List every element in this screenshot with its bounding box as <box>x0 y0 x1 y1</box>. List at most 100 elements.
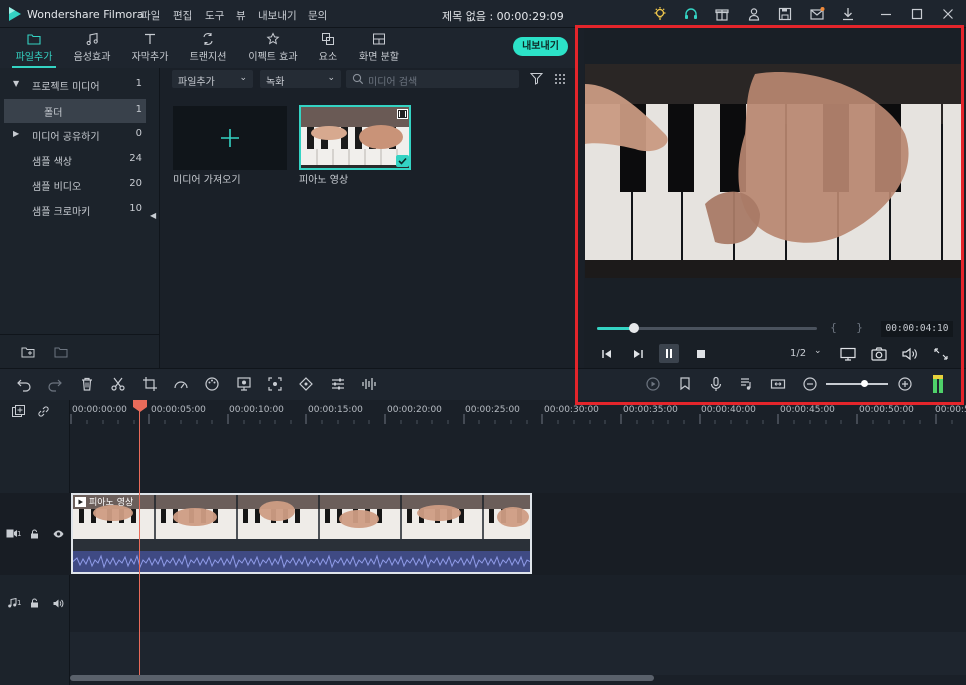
new-folder-icon[interactable] <box>21 345 35 359</box>
voiceover-icon[interactable] <box>739 376 755 392</box>
tree-item-label: 폴더 <box>44 108 63 119</box>
tab-effects-label: 이펙트 효과 <box>248 52 298 63</box>
menu-view[interactable]: 뷰 <box>236 8 246 23</box>
tree-item-sample-videos[interactable]: 샘플 비디오 20 <box>4 173 146 197</box>
maximize-icon[interactable] <box>909 6 925 22</box>
ruler-tick-label: 00:00:05:00 <box>151 405 206 415</box>
preview-scrub-handle[interactable] <box>629 323 639 333</box>
clip-thumbnail <box>301 107 409 168</box>
tab-transitions[interactable]: 트랜지션 <box>186 28 230 68</box>
split-track-icon[interactable] <box>770 376 786 392</box>
timeline-zoom-handle[interactable] <box>861 380 868 387</box>
tab-import[interactable]: 파일추가 <box>12 28 56 68</box>
search-input[interactable]: 미디어 검색 <box>346 70 519 88</box>
collapse-panel-icon[interactable]: ◀ <box>150 211 156 220</box>
tree-item-sample-colors[interactable]: 샘플 색상 24 <box>4 148 146 172</box>
import-dropdown[interactable]: 파일추가 ⌄ <box>172 70 253 88</box>
volume-icon[interactable] <box>901 346 919 362</box>
camera-icon[interactable] <box>870 346 888 362</box>
export-button[interactable]: 내보내기 <box>513 37 568 56</box>
import-media-tile[interactable] <box>173 106 287 170</box>
keyframe-icon[interactable] <box>298 376 314 392</box>
zoom-out-icon[interactable] <box>802 376 818 392</box>
menu-edit[interactable]: 편집 <box>173 8 192 23</box>
lock-icon[interactable] <box>30 598 39 608</box>
ruler-tick-label: 00:00:30:00 <box>544 405 599 415</box>
save-icon[interactable] <box>777 6 793 22</box>
filter-icon[interactable] <box>530 72 543 85</box>
media-clip-tile[interactable] <box>299 105 411 170</box>
microphone-icon[interactable] <box>708 376 724 392</box>
menu-tools[interactable]: 도구 <box>205 8 224 23</box>
volume-icon[interactable] <box>53 599 64 608</box>
tree-item-sample-chroma[interactable]: 샘플 크로마키 10 <box>4 198 146 222</box>
download-icon[interactable] <box>840 6 856 22</box>
menu-file[interactable]: 파일 <box>141 8 160 23</box>
stabilize-icon[interactable] <box>267 376 283 392</box>
minimize-icon[interactable] <box>878 6 894 22</box>
marker-icon[interactable] <box>677 376 693 392</box>
expand-arrow-icon[interactable]: ▶ <box>13 129 19 138</box>
link-icon[interactable] <box>37 405 50 418</box>
delete-icon[interactable] <box>79 376 95 392</box>
timeline-zoom-slider[interactable] <box>826 383 888 385</box>
tree-item-folder[interactable]: 폴더 1 <box>4 99 146 123</box>
timeline-horizontal-scrollbar[interactable] <box>70 675 654 681</box>
tree-item-label: 샘플 색상 <box>32 157 72 168</box>
undo-icon[interactable] <box>16 376 32 392</box>
eye-icon[interactable] <box>53 530 64 538</box>
bulb-icon[interactable] <box>652 6 668 22</box>
mail-icon[interactable] <box>809 6 825 22</box>
tab-elements[interactable]: 요소 <box>310 28 346 68</box>
preview-timecode: 00:00:04:10 <box>881 321 953 337</box>
ruler-tick-label: 00:00:50:00 <box>859 405 914 415</box>
menu-export[interactable]: 내보내기 <box>258 8 297 23</box>
redo-icon[interactable] <box>47 376 63 392</box>
tab-split-screen[interactable]: 화면 분할 <box>354 28 404 68</box>
add-track-icon[interactable] <box>12 405 25 418</box>
playhead-handle[interactable] <box>133 400 147 412</box>
record-dropdown[interactable]: 녹화 ⌄ <box>260 70 341 88</box>
tree-item-shared-media[interactable]: ▶ 미디어 공유하기 0 <box>4 123 146 147</box>
tab-effects[interactable]: 이펙트 효과 <box>244 28 302 68</box>
search-icon <box>352 73 364 85</box>
resolution-select[interactable]: 1/2 <box>790 348 806 359</box>
cut-icon[interactable] <box>110 376 126 392</box>
grid-view-icon[interactable] <box>554 73 566 85</box>
menu-help[interactable]: 문의 <box>308 8 327 23</box>
video-preview <box>585 64 962 278</box>
account-icon[interactable] <box>746 6 762 22</box>
audio-wave-icon[interactable] <box>361 376 377 392</box>
tab-audio[interactable]: 음성효과 <box>70 28 114 68</box>
folder-icon[interactable] <box>54 345 68 359</box>
mark-in-icon[interactable]: { <box>830 321 837 334</box>
tab-import-label: 파일추가 <box>15 52 53 63</box>
stop-icon[interactable] <box>692 346 710 362</box>
fullscreen-icon[interactable] <box>932 346 950 362</box>
ruler-ticks <box>70 414 953 424</box>
tab-titles[interactable]: 자막추가 <box>128 28 172 68</box>
ruler-tick-label: 00:00:10:00 <box>229 405 284 415</box>
tree-item-project-media[interactable]: ▼ 프로젝트 미디어 1 <box>4 73 146 97</box>
expand-arrow-icon[interactable]: ▼ <box>13 79 19 88</box>
mark-out-icon[interactable]: } <box>856 321 863 334</box>
media-library: 파일추가 ⌄ 녹화 ⌄ 미디어 검색 미디어 가져오기 피아노 영상 <box>161 68 578 368</box>
step-forward-icon[interactable] <box>629 346 647 362</box>
step-back-icon[interactable] <box>598 346 616 362</box>
headset-icon[interactable] <box>683 6 699 22</box>
gift-icon[interactable] <box>714 6 730 22</box>
timeline-playhead[interactable] <box>139 402 140 675</box>
clip-video-icon <box>75 497 86 507</box>
document-title: 제목 없음 : 00:00:29:09 <box>442 10 564 23</box>
monitor-icon[interactable] <box>839 346 857 362</box>
crop-icon[interactable] <box>142 376 158 392</box>
close-icon[interactable] <box>940 6 956 22</box>
zoom-in-icon[interactable] <box>897 376 913 392</box>
render-icon[interactable] <box>645 376 661 392</box>
adjust-icon[interactable] <box>330 376 346 392</box>
lock-icon[interactable] <box>30 529 39 539</box>
color-icon[interactable] <box>204 376 220 392</box>
pause-button[interactable] <box>659 344 679 363</box>
speed-icon[interactable] <box>173 376 189 392</box>
green-screen-icon[interactable] <box>236 376 252 392</box>
